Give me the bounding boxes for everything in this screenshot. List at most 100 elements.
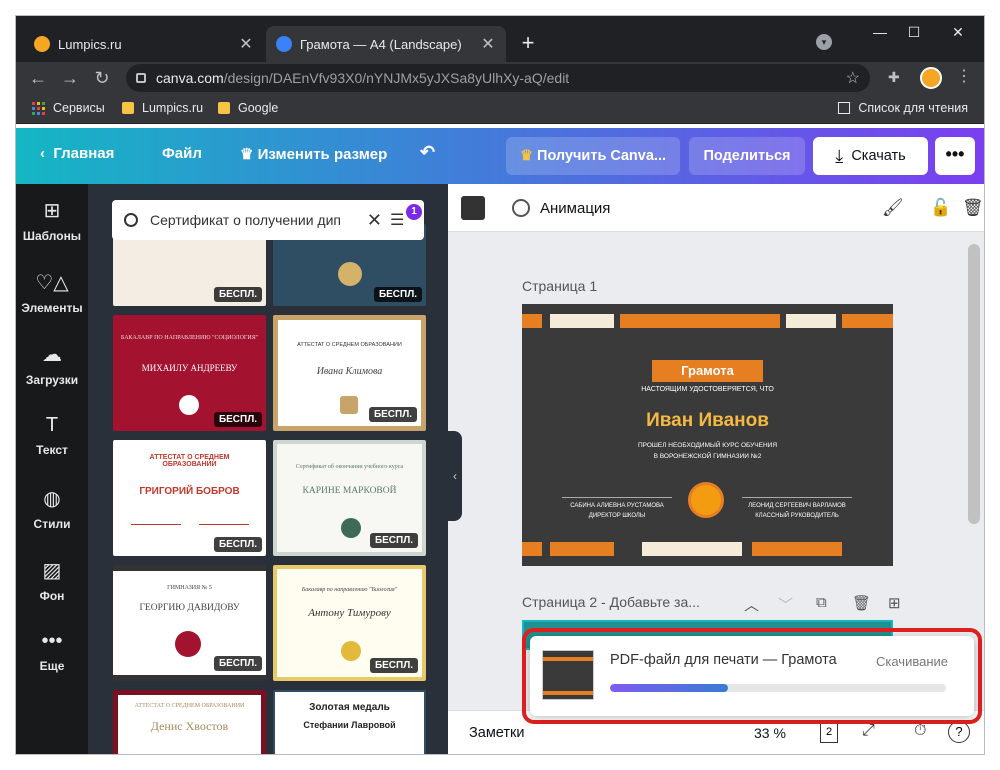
background-icon: ▨ (42, 560, 62, 582)
download-button[interactable]: ⤓ Скачать (813, 137, 928, 175)
back-icon[interactable]: ← (26, 66, 50, 90)
rail-item-elements[interactable]: ♡△ Элементы (16, 256, 88, 328)
forward-icon[interactable]: → (58, 66, 82, 90)
certificate-page-1[interactable]: Грамота НАСТОЯЩИМ УДОСТОВЕРЯЕТСЯ, ЧТО Ив… (522, 304, 893, 566)
tab-lumpics[interactable]: Lumpics.ru ✕ (24, 26, 264, 62)
filter-icon[interactable]: ☰ 1 (390, 204, 422, 230)
search-icon (124, 213, 138, 227)
rail-label: Текст (36, 443, 68, 457)
maximize-icon[interactable]: ☐ (902, 24, 926, 41)
template-card[interactable]: ГИМНАЗИЯ № 5 ГЕОРГИЮ ДАВИДОВУ БЕСПЛ. (113, 565, 266, 681)
bookmark-lumpics[interactable]: Lumpics.ru (122, 101, 203, 115)
bookmark-apps[interactable]: Сервисы (32, 101, 105, 115)
rail-item-templates[interactable]: ⊞ Шаблоны (16, 184, 88, 256)
lock-icon[interactable]: 🔓 (930, 198, 951, 218)
profile-avatar[interactable] (920, 67, 942, 89)
file-menu-button[interactable]: Файл (162, 145, 202, 162)
page-2-label[interactable]: Страница 2 - Добавьте за... (522, 594, 700, 610)
delete-page-icon[interactable]: 🗑 (852, 594, 871, 612)
close-window-icon[interactable]: ✕ (946, 24, 970, 41)
more-options-button[interactable]: ••• (935, 137, 975, 175)
animation-icon (512, 199, 530, 217)
seal-icon (340, 396, 358, 414)
collapse-panel-handle[interactable]: ‹ (448, 431, 462, 521)
clear-search-icon[interactable]: ✕ (367, 210, 382, 231)
zoom-level[interactable]: 33 % (754, 725, 786, 741)
editor-scrollbar[interactable] (968, 244, 980, 524)
template-card[interactable]: БАКАЛАВР ПО НАПРАВЛЕНИЮ "СОЦИОЛОГИЯ" МИХ… (113, 315, 266, 431)
trash-icon[interactable]: 🗑 (962, 198, 984, 218)
chevron-up-icon[interactable]: ︿ (744, 594, 759, 615)
template-header: АТТЕСТАТ О СРЕДНЕМ ОБРАЗОВАНИИ (134, 703, 245, 709)
tab-strip: Lumpics.ru ✕ Грамота — A4 (Landscape) ✕ … (16, 16, 984, 62)
duplicate-page-icon[interactable]: ⧉ (816, 594, 827, 611)
bookmark-star-icon[interactable]: ☆ (846, 68, 860, 88)
rail-label: Стили (33, 517, 71, 531)
url-host: canva.com (156, 70, 224, 86)
bookmark-google[interactable]: Google (218, 101, 278, 115)
close-tab-icon[interactable]: ✕ (238, 34, 254, 54)
get-pro-button[interactable]: ♛ Получить Canva... (506, 137, 680, 175)
reading-list-icon (838, 102, 851, 114)
free-badge: БЕСПЛ. (213, 287, 262, 302)
folder-icon (218, 102, 230, 114)
template-card[interactable]: АТТЕСТАТ О СРЕДНЕМ ОБРАЗОВАНИИ ГРИГОРИЙ … (113, 440, 266, 556)
tab-search-icon[interactable]: ▾ (816, 34, 832, 50)
reload-icon[interactable]: ↻ (90, 66, 114, 90)
rail-item-styles[interactable]: ◍ Стили (16, 472, 88, 544)
template-search[interactable]: Сертификат о получении дип ✕ ☰ 1 (112, 200, 424, 240)
rail-item-background[interactable]: ▨ Фон (16, 544, 88, 616)
notes-button[interactable]: Заметки (469, 725, 524, 741)
palette-icon: ◍ (43, 488, 61, 510)
minimize-icon[interactable]: — (868, 24, 892, 40)
download-title: PDF-файл для печати — Грамота (610, 652, 837, 668)
template-name: Стефании Лавровой (303, 720, 396, 730)
address-bar[interactable]: canva.com/design/DAEnVfv93X0/nYNJMx5yJXS… (126, 64, 870, 92)
reading-list[interactable]: Список для чтения (838, 101, 968, 115)
undo-icon[interactable]: ↶ (420, 142, 435, 163)
resize-button[interactable]: ♛ Изменить размер (240, 145, 387, 163)
close-tab-icon[interactable]: ✕ (480, 34, 496, 54)
text-icon: T (45, 414, 59, 436)
paint-roller-icon[interactable]: 🖌 (882, 198, 904, 218)
canva-header: ‹ Главная Файл ♛ Изменить размер ↶ ♛ Пол… (16, 128, 984, 184)
tab-canva[interactable]: Грамота — A4 (Landscape) ✕ (266, 26, 506, 62)
browser-menu-icon[interactable]: ⋮ (956, 66, 972, 86)
reading-list-label: Список для чтения (858, 101, 968, 115)
fullscreen-icon[interactable]: ⤢ (862, 722, 875, 740)
chevron-down-icon[interactable]: ﹀ (778, 594, 793, 615)
help-icon[interactable]: ? (948, 721, 970, 743)
share-button[interactable]: Поделиться (689, 137, 805, 175)
rail-item-uploads[interactable]: ☁ Загрузки (16, 328, 88, 400)
template-card[interactable]: Сертификат об окончании учебного курса К… (273, 440, 426, 556)
color-swatch[interactable] (461, 196, 485, 220)
search-input[interactable]: Сертификат о получении дип (150, 212, 359, 228)
add-page-icon[interactable]: ⊞ (888, 594, 901, 612)
home-button[interactable]: ‹ Главная (40, 145, 114, 162)
template-card[interactable]: АТТЕСТАТ О СРЕДНЕМ ОБРАЗОВАНИИ Ивана Кли… (273, 315, 426, 431)
certificate-name: Иван Иванов (646, 410, 769, 431)
extensions-icon[interactable]: ✚ (888, 69, 900, 86)
timer-icon[interactable]: ⏱ (914, 722, 926, 740)
template-card[interactable]: АТТЕСТАТ О СРЕДНЕМ ОБРАЗОВАНИИ Денис Хво… (113, 690, 266, 754)
resize-label: Изменить размер (257, 146, 388, 163)
free-badge: БЕСПЛ. (368, 407, 417, 422)
template-card[interactable]: Бакалавр по направлению "Биология" Антон… (273, 565, 426, 681)
page-count-button[interactable]: 2 (820, 723, 838, 743)
seal-icon (338, 262, 362, 286)
uploads-icon: ☁ (42, 344, 62, 366)
bookmark-label: Сервисы (53, 101, 105, 115)
download-progress-fill (610, 684, 728, 692)
new-tab-icon[interactable]: + (516, 30, 540, 56)
elements-icon: ♡△ (35, 272, 69, 294)
template-card[interactable]: Золотая медаль Стефании Лавровой (273, 690, 426, 754)
bookmarks-bar: Сервисы Lumpics.ru Google Список для чте… (16, 94, 984, 124)
signer-name: ЛЕОНИД СЕРГЕЕВИЧ ВАРЛАМОВ (748, 503, 846, 509)
rail-item-text[interactable]: T Текст (16, 400, 88, 472)
template-name: Антону Тимурову (308, 607, 391, 619)
url-path: /design/DAEnVfv93X0/nYNJMx5yJXSa8yUlhXy-… (223, 70, 570, 86)
animation-button[interactable]: Анимация (512, 199, 610, 217)
lumpics-favicon-icon (34, 36, 50, 52)
lock-icon (136, 73, 146, 83)
rail-item-more[interactable]: ••• Еще (16, 616, 88, 688)
